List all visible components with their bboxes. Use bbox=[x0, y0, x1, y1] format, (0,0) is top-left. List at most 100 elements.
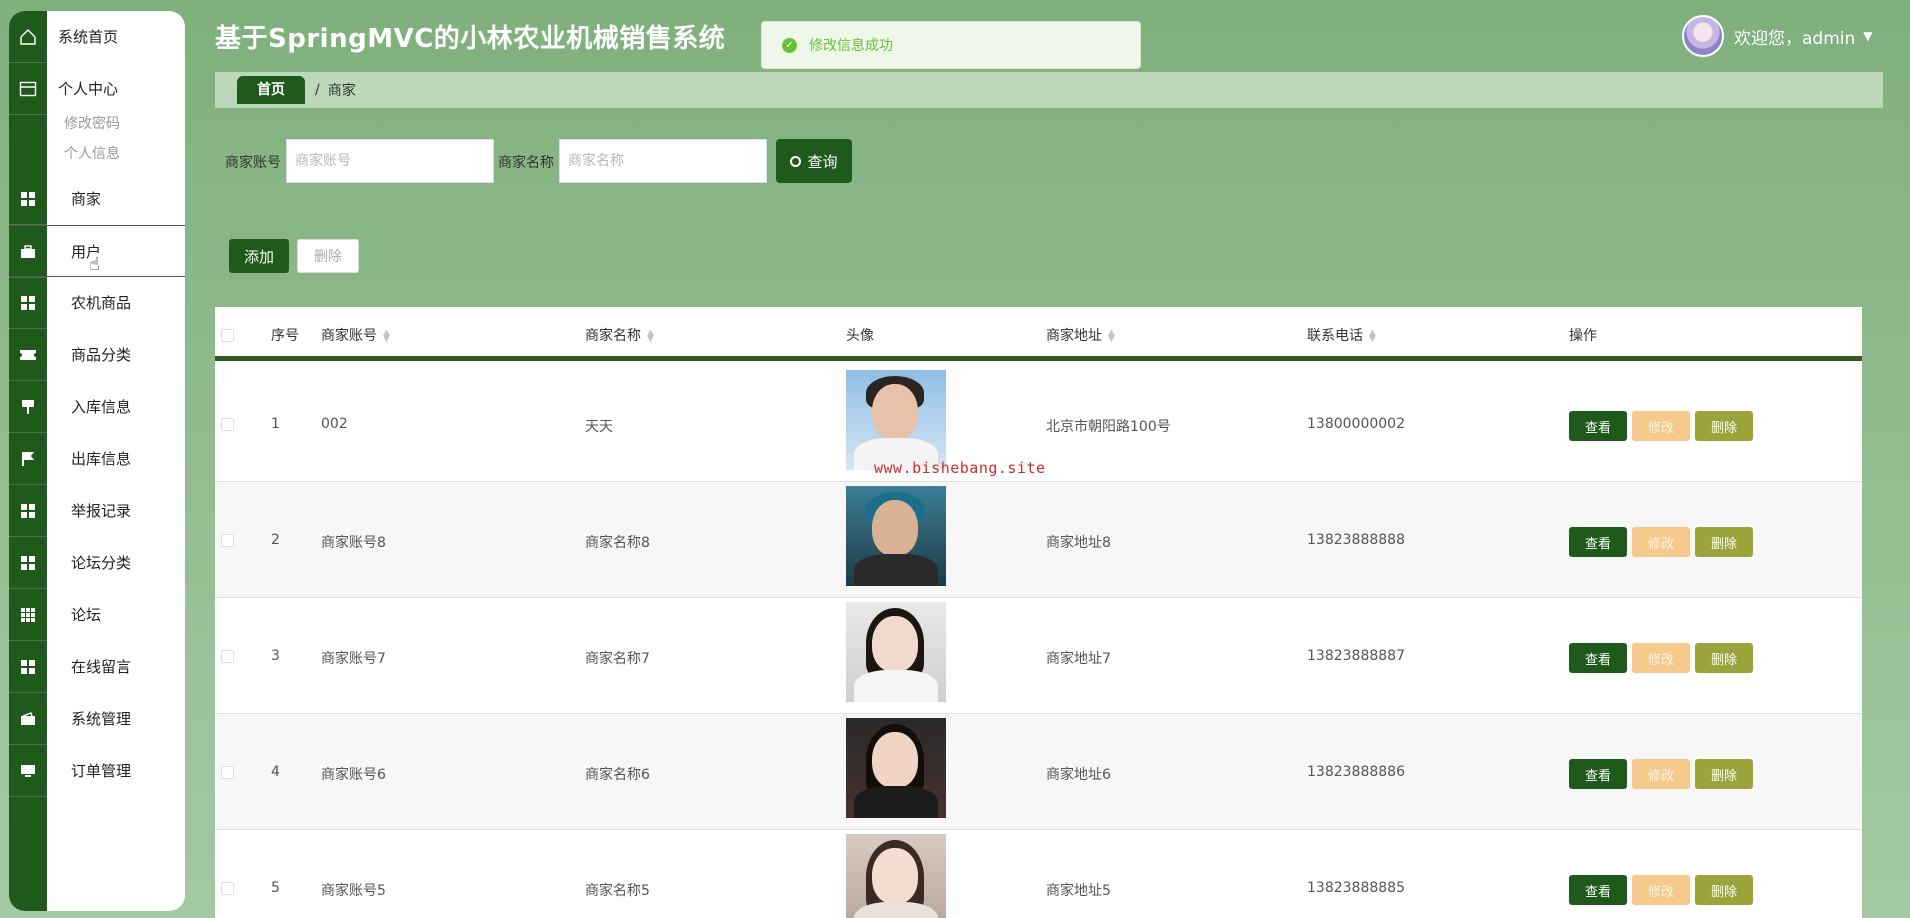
sort-icon: ▲ ▼ bbox=[1108, 328, 1115, 344]
row-checkbox[interactable] bbox=[221, 766, 234, 779]
user-menu[interactable]: 欢迎您，admin ▼ bbox=[1682, 14, 1873, 58]
edit-button[interactable]: 修改 bbox=[1632, 643, 1690, 673]
search-icon bbox=[790, 155, 802, 167]
delete-button[interactable]: 删除 bbox=[1695, 411, 1753, 441]
sidebar-item-label: 系统首页 bbox=[58, 28, 119, 46]
sidebar-item-machinery-products[interactable]: 农机商品 bbox=[9, 277, 185, 329]
merchant-avatar[interactable] bbox=[846, 834, 946, 918]
view-button[interactable]: 查看 bbox=[1569, 643, 1627, 673]
sort-icon: ▲ ▼ bbox=[647, 328, 654, 344]
card-icon bbox=[9, 63, 47, 115]
account-label: 商家账号 bbox=[225, 155, 281, 171]
row-phone: 13823888886 bbox=[1307, 764, 1405, 780]
row-actions: 查看 修改 删除 bbox=[1569, 759, 1758, 789]
table-row: 4 商家账号6 商家名称6 商家地址6 13823888886 查看 修改 删除 bbox=[215, 714, 1862, 830]
grid-icon bbox=[9, 641, 47, 693]
select-all-checkbox[interactable] bbox=[221, 329, 234, 342]
table-row: 5 商家账号5 商家名称5 商家地址5 13823888885 查看 修改 删除 bbox=[215, 830, 1862, 918]
view-button[interactable]: 查看 bbox=[1569, 759, 1627, 789]
add-button[interactable]: 添加 bbox=[229, 239, 289, 273]
row-phone: 13823888888 bbox=[1307, 532, 1405, 548]
sidebar-item-forum[interactable]: 论坛 bbox=[9, 589, 185, 641]
row-account: 商家账号8 bbox=[321, 535, 386, 551]
apps-icon bbox=[9, 589, 47, 641]
sidebar-item-label: 出库信息 bbox=[71, 450, 132, 468]
header-address[interactable]: 商家地址 ▲ ▼ bbox=[1046, 325, 1115, 345]
search-button[interactable]: 查询 bbox=[776, 139, 852, 183]
sidebar-item-product-category[interactable]: 商品分类 bbox=[9, 329, 185, 381]
sidebar-item-home[interactable]: 系统首页 bbox=[9, 11, 185, 63]
account-input[interactable] bbox=[286, 139, 494, 183]
row-name: 商家名称7 bbox=[585, 651, 650, 667]
caret-down-icon: ▼ bbox=[1863, 29, 1873, 43]
row-name: 商家名称6 bbox=[585, 767, 650, 783]
row-checkbox[interactable] bbox=[221, 882, 234, 895]
view-button[interactable]: 查看 bbox=[1569, 875, 1627, 905]
edit-button[interactable]: 修改 bbox=[1632, 759, 1690, 789]
header-phone[interactable]: 联系电话 ▲ ▼ bbox=[1307, 325, 1376, 345]
sidebar-item-system[interactable]: 系统管理 bbox=[9, 693, 185, 745]
sidebar-item-reports[interactable]: 举报记录 bbox=[9, 485, 185, 537]
view-button[interactable]: 查看 bbox=[1569, 411, 1627, 441]
breadcrumb: 首页 / 商家 bbox=[215, 72, 1883, 108]
merchant-avatar[interactable] bbox=[846, 370, 946, 470]
row-no: 5 bbox=[271, 880, 280, 896]
sidebar-item-stock-out[interactable]: 出库信息 bbox=[9, 433, 185, 485]
sidebar-item-messages[interactable]: 在线留言 bbox=[9, 641, 185, 693]
name-label: 商家名称 bbox=[498, 155, 554, 171]
grid-icon bbox=[9, 277, 47, 329]
sidebar-subitem-profile[interactable]: 个人信息 bbox=[64, 143, 120, 163]
view-button[interactable]: 查看 bbox=[1569, 527, 1627, 557]
sidebar-item-label: 举报记录 bbox=[71, 502, 132, 520]
merchant-avatar[interactable] bbox=[846, 486, 946, 586]
row-account: 002 bbox=[321, 416, 348, 432]
toast-message: 修改信息成功 bbox=[809, 38, 893, 54]
monitor-icon bbox=[9, 745, 47, 797]
merchant-table: 序号 商家账号 ▲ ▼ 商家名称 ▲ ▼ 头像 商家地址 ▲ ▼ 联系电话 ▲ ▼ 操作 1 0… bbox=[215, 307, 1862, 918]
breadcrumb-home[interactable]: 首页 bbox=[237, 76, 305, 104]
sort-icon: ▲ ▼ bbox=[383, 328, 390, 344]
ticket-icon bbox=[9, 329, 47, 381]
delete-button[interactable]: 删除 bbox=[1695, 643, 1753, 673]
merchant-avatar[interactable] bbox=[846, 718, 946, 818]
table-row: 3 商家账号7 商家名称7 商家地址7 13823888887 查看 修改 删除 bbox=[215, 598, 1862, 714]
table-row: 2 商家账号8 商家名称8 商家地址8 13823888888 查看 修改 删除 bbox=[215, 482, 1862, 598]
sidebar-item-label: 论坛 bbox=[71, 606, 102, 624]
batch-delete-button[interactable]: 删除 bbox=[297, 239, 359, 273]
merchant-avatar[interactable] bbox=[846, 602, 946, 702]
row-phone: 13800000002 bbox=[1307, 416, 1405, 432]
edit-button[interactable]: 修改 bbox=[1632, 875, 1690, 905]
delete-button[interactable]: 删除 bbox=[1695, 527, 1753, 557]
delete-button[interactable]: 删除 bbox=[1695, 875, 1753, 905]
briefcase-icon bbox=[9, 226, 47, 278]
sign-icon bbox=[9, 381, 47, 433]
edit-button[interactable]: 修改 bbox=[1632, 527, 1690, 557]
delete-button[interactable]: 删除 bbox=[1695, 759, 1753, 789]
grid-icon bbox=[9, 485, 47, 537]
name-input[interactable] bbox=[559, 139, 767, 183]
sidebar-subitem-change-password[interactable]: 修改密码 bbox=[64, 113, 120, 133]
row-checkbox[interactable] bbox=[221, 534, 234, 547]
header-label: 商家名称 bbox=[585, 328, 641, 344]
table-header: 序号 商家账号 ▲ ▼ 商家名称 ▲ ▼ 头像 商家地址 ▲ ▼ 联系电话 ▲ ▼ 操作 bbox=[215, 307, 1862, 361]
sidebar-item-label: 商品分类 bbox=[71, 346, 132, 364]
sidebar-item-merchant[interactable]: 商家 bbox=[9, 173, 185, 225]
row-name: 商家名称8 bbox=[585, 535, 650, 551]
sidebar-item-forum-category[interactable]: 论坛分类 bbox=[9, 537, 185, 589]
sidebar-item-orders[interactable]: 订单管理 bbox=[9, 745, 185, 797]
row-actions: 查看 修改 删除 bbox=[1569, 527, 1758, 557]
sidebar-item-stock-in[interactable]: 入库信息 bbox=[9, 381, 185, 433]
row-name: 商家名称5 bbox=[585, 883, 650, 899]
edit-button[interactable]: 修改 bbox=[1632, 411, 1690, 441]
row-checkbox[interactable] bbox=[221, 650, 234, 663]
header-account[interactable]: 商家账号 ▲ ▼ bbox=[321, 325, 390, 345]
row-checkbox[interactable] bbox=[221, 418, 234, 431]
search-button-label: 查询 bbox=[807, 152, 838, 171]
sidebar-item-label: 商家 bbox=[71, 190, 102, 208]
home-icon bbox=[9, 11, 47, 63]
sidebar-item-label: 订单管理 bbox=[71, 762, 132, 780]
row-address: 商家地址5 bbox=[1046, 883, 1111, 899]
sidebar-item-personal[interactable]: 个人中心 bbox=[9, 63, 185, 115]
row-no: 4 bbox=[271, 764, 280, 780]
header-name[interactable]: 商家名称 ▲ ▼ bbox=[585, 325, 654, 345]
